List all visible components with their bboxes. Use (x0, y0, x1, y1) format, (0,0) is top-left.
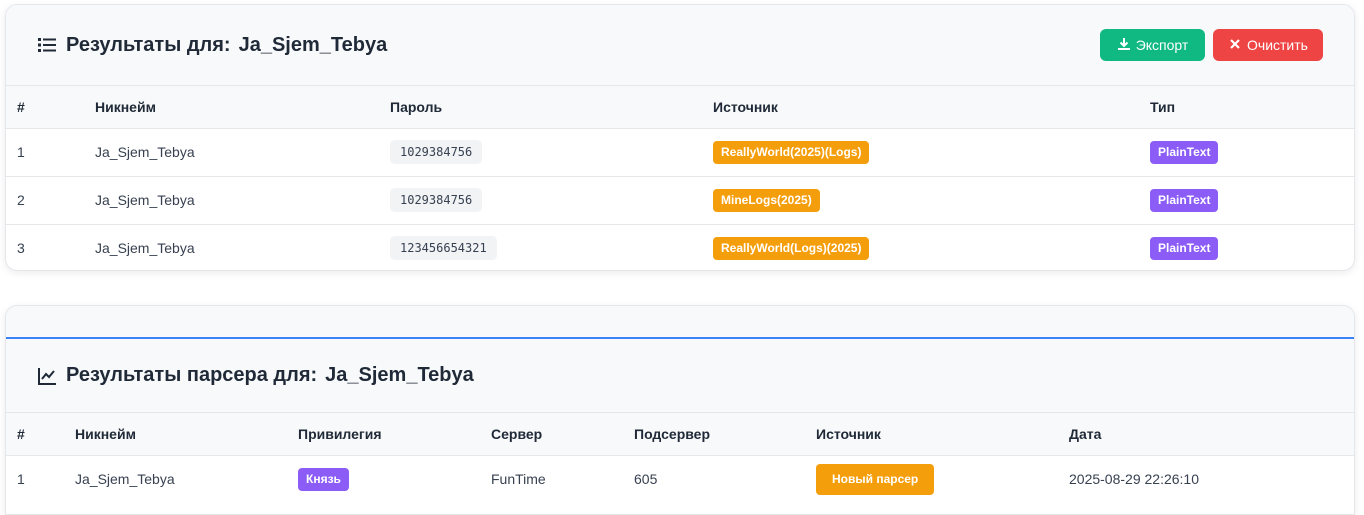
export-label: Экспорт (1135, 37, 1189, 53)
results-table: # Никнейм Пароль Источник Тип 1 Ja_Sjem_… (6, 86, 1354, 270)
row-subserver: 605 (634, 471, 658, 488)
source-badge: Новый парсер (816, 463, 935, 495)
password-code: 1029384756 (390, 188, 483, 212)
close-icon (1228, 37, 1242, 54)
table-row: 3 Ja_Sjem_Tebya 123456654321 ReallyWorld… (6, 224, 1354, 270)
source-badge: ReallyWorld(Logs)(2025) (713, 236, 870, 260)
password-code: 1029384756 (390, 140, 483, 164)
parser-accent-band (6, 306, 1354, 339)
col-server: Сервер (480, 413, 623, 456)
table-row: 1 Ja_Sjem_Tebya Князь FunTime 605 Новый … (6, 455, 1354, 503)
row-num: 3 (17, 240, 25, 257)
row-num: 1 (17, 471, 25, 488)
type-badge: PlainText (1150, 188, 1219, 212)
source-badge: MineLogs(2025) (713, 188, 820, 212)
results-title: Результаты для: Ja_Sjem_Tebya (37, 34, 387, 57)
col-num: # (6, 413, 64, 456)
export-button[interactable]: Экспорт (1100, 29, 1205, 61)
type-badge: PlainText (1150, 140, 1219, 164)
results-query: Ja_Sjem_Tebya (238, 33, 388, 56)
results-title-label: Результаты для: (66, 33, 231, 56)
source-badge: ReallyWorld(2025)(Logs) (713, 140, 870, 164)
col-subserver: Подсервер (623, 413, 805, 456)
row-nick: Ja_Sjem_Tebya (95, 240, 195, 257)
table-row: 2 Ja_Sjem_Tebya 1029384756 MineLogs(2025… (6, 176, 1354, 225)
row-server: FunTime (491, 471, 546, 488)
type-badge: PlainText (1150, 236, 1219, 260)
row-nick: Ja_Sjem_Tebya (75, 471, 175, 488)
col-source: Источник (805, 413, 1058, 456)
row-num: 2 (6, 176, 84, 225)
col-privilege: Привилегия (287, 413, 480, 456)
col-password: Пароль (379, 86, 702, 129)
results-header-row: # Никнейм Пароль Источник Тип (6, 86, 1354, 129)
parser-card: Результаты парсера для: Ja_Sjem_Tebya # … (5, 305, 1355, 515)
col-source: Источник (702, 86, 1139, 129)
download-icon (1117, 37, 1131, 54)
parser-title-label: Результаты парсера для: (66, 364, 318, 386)
parser-header-row: # Никнейм Привилегия Сервер Подсервер Ис… (6, 413, 1354, 456)
results-card: Результаты для: Ja_Sjem_Tebya Экспорт Оч… (5, 4, 1355, 271)
col-nick: Никнейм (84, 86, 379, 129)
row-num: 1 (6, 128, 84, 177)
results-actions: Экспорт Очистить (1100, 29, 1323, 61)
results-header: Результаты для: Ja_Sjem_Tebya Экспорт Оч… (6, 5, 1354, 86)
col-nick: Никнейм (64, 413, 287, 456)
clear-label: Очистить (1247, 37, 1308, 53)
clear-button[interactable]: Очистить (1213, 29, 1323, 61)
row-nick: Ja_Sjem_Tebya (84, 176, 379, 225)
parser-title: Результаты парсера для: Ja_Sjem_Tebya (37, 364, 474, 387)
parser-table: # Никнейм Привилегия Сервер Подсервер Ис… (6, 413, 1354, 503)
privilege-badge: Князь (298, 467, 349, 491)
row-date: 2025-08-29 22:26:10 (1069, 471, 1199, 488)
chart-line-icon (37, 366, 57, 386)
table-row: 1 Ja_Sjem_Tebya 1029384756 ReallyWorld(2… (6, 128, 1354, 177)
col-date: Дата (1058, 413, 1354, 456)
parser-header: Результаты парсера для: Ja_Sjem_Tebya (6, 339, 1354, 413)
col-type: Тип (1139, 86, 1354, 129)
parser-query: Ja_Sjem_Tebya (325, 364, 474, 386)
password-code: 123456654321 (390, 236, 497, 261)
list-icon (37, 35, 57, 55)
row-nick: Ja_Sjem_Tebya (84, 128, 379, 177)
col-num: # (6, 86, 84, 129)
